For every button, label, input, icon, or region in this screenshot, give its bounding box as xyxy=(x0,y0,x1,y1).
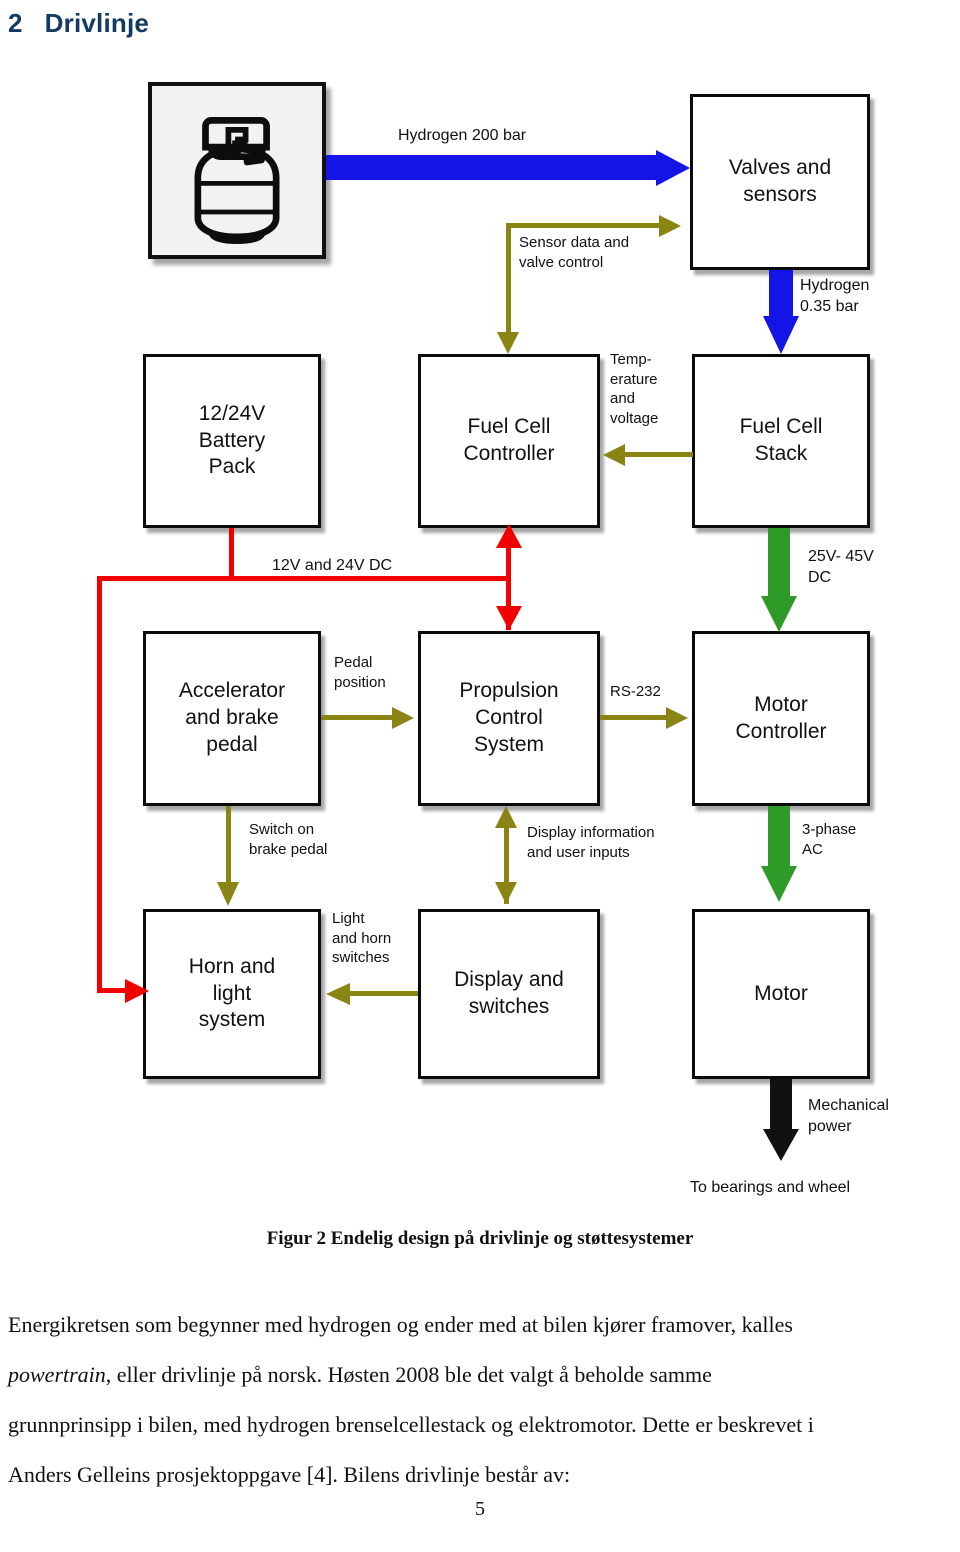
box-label: Motor xyxy=(754,981,808,1005)
label-temperature-and-voltage: Temp- erature and voltage xyxy=(610,351,659,427)
box-accelerator-brake-pedal: Accelerator and brake pedal xyxy=(143,631,321,806)
label-pedal-position: Pedal position xyxy=(334,654,386,691)
section-number: 2 xyxy=(8,8,23,38)
box-label: Motor Controller xyxy=(735,692,827,743)
connector-temp-voltage-shaft xyxy=(625,452,693,457)
label-to-bearings-and-wheel: To bearings and wheel xyxy=(690,1179,851,1196)
connector-hydrogen-035-shaft xyxy=(769,270,793,318)
label-25v-45v-dc: 25V- 45V DC xyxy=(808,548,874,586)
connector-sensor-data-shaft-h xyxy=(509,223,659,228)
connector-hydrogen-200-arrowhead xyxy=(656,150,690,186)
label-rs232: RS-232 xyxy=(610,683,661,700)
label-light-and-horn-switches: Light and horn switches xyxy=(332,910,392,966)
box-fuel-cell-stack: Fuel Cell Stack xyxy=(692,354,870,528)
connector-12v-arrowhead-horn xyxy=(125,979,149,1003)
connector-temp-voltage-arrowhead xyxy=(603,444,625,466)
box-battery-pack: 12/24V Battery Pack xyxy=(143,354,321,528)
section-title: Drivlinje xyxy=(44,8,150,38)
box-propulsion-control-system: Propulsion Control System xyxy=(418,631,600,806)
connector-25v-45v-arrowhead xyxy=(761,596,797,632)
term-powertrain: powertrain xyxy=(8,1362,106,1387)
powertrain-diagram: Valves and sensors 12/24V Battery Pack F… xyxy=(0,60,960,1225)
page-number: 5 xyxy=(475,1498,485,1520)
connector-hydrogen-035-arrowhead xyxy=(763,316,799,354)
box-label: Horn and light system xyxy=(188,954,276,1032)
connector-sensor-data-shaft-v xyxy=(506,223,511,333)
connector-sensor-data-arrowhead-down xyxy=(497,332,519,354)
box-fuel-cell-controller: Fuel Cell Controller xyxy=(418,354,600,528)
box-valves-and-sensors: Valves and sensors xyxy=(690,94,870,270)
box-label: Fuel Cell Stack xyxy=(739,415,823,465)
connector-12v-bus-left-riser xyxy=(97,576,102,991)
connector-3phase-shaft xyxy=(768,806,790,868)
connector-sensor-data-arrowhead-right xyxy=(659,215,681,237)
label-12v-24v-dc: 12V and 24V DC xyxy=(272,557,393,574)
body-text: Energikretsen som begynner med hydrogen … xyxy=(8,1300,952,1500)
body-line-1: Energikretsen som begynner med hydrogen … xyxy=(8,1312,793,1337)
gas-cylinder-icon xyxy=(148,82,326,259)
label-hydrogen-035-bar: Hydrogen 0.35 bar xyxy=(800,277,870,315)
connector-3phase-arrowhead xyxy=(761,866,797,902)
figure-caption: Figur 2 Endelig design på drivlinje og s… xyxy=(266,1228,694,1249)
box-label: Propulsion Control System xyxy=(459,679,559,756)
box-display-and-switches: Display and switches xyxy=(418,909,600,1079)
connector-rs232-arrowhead xyxy=(666,707,688,729)
label-switch-on-brake-pedal: Switch on brake pedal xyxy=(249,821,328,858)
box-label: Fuel Cell Controller xyxy=(463,415,555,465)
connector-light-horn-shaft xyxy=(350,991,418,996)
label-hydrogen-200-bar: Hydrogen 200 bar xyxy=(398,127,527,144)
box-label: 12/24V Battery Pack xyxy=(198,401,266,479)
connector-12v-bus-to-horn xyxy=(97,988,127,993)
box-label: Display and switches xyxy=(454,968,564,1018)
connector-switch-brake-arrowhead xyxy=(217,882,239,906)
label-3-phase-ac: 3-phase AC xyxy=(802,821,857,858)
connector-pedal-position-arrowhead xyxy=(392,707,414,729)
connector-12v-arrowhead-up xyxy=(496,524,522,548)
body-line-3: grunnprinsipp i bilen, med hydrogen bren… xyxy=(8,1412,814,1437)
body-line-2: powertrain, eller drivlinje på norsk. Hø… xyxy=(8,1350,952,1400)
connector-switch-brake-shaft xyxy=(226,806,231,884)
connector-12v-bus-from-battery xyxy=(229,528,234,578)
box-motor: Motor xyxy=(692,909,870,1079)
connector-25v-45v-shaft xyxy=(768,528,790,598)
connector-mechanical-power-arrowhead xyxy=(763,1129,799,1161)
label-mechanical-power: Mechanical power xyxy=(808,1097,889,1135)
connector-light-horn-arrowhead xyxy=(326,983,350,1005)
body-line-4: Anders Gelleins prosjektoppgave [4]. Bil… xyxy=(8,1462,571,1487)
connector-display-info-arrowhead-down xyxy=(495,882,517,904)
box-label: Accelerator and brake pedal xyxy=(178,679,286,756)
label-sensor-data-valve-control: Sensor data and valve control xyxy=(519,234,630,271)
connector-pedal-position-shaft xyxy=(321,715,393,720)
connector-mechanical-power-shaft xyxy=(770,1079,792,1131)
body-line-2-rest: , eller drivlinje på norsk. Høsten 2008 … xyxy=(105,1362,712,1387)
connector-display-info-arrowhead-up xyxy=(495,806,517,828)
label-display-information: Display information and user inputs xyxy=(527,824,655,861)
connector-hydrogen-200-shaft xyxy=(326,155,656,180)
connector-12v-arrowhead-down xyxy=(496,606,522,630)
connector-rs232-shaft xyxy=(600,715,668,720)
page-title: 2 Drivlinje xyxy=(8,8,149,39)
box-motor-controller: Motor Controller xyxy=(692,631,870,806)
box-horn-and-light-system: Horn and light system xyxy=(143,909,321,1079)
box-label: Valves and sensors xyxy=(728,156,832,206)
